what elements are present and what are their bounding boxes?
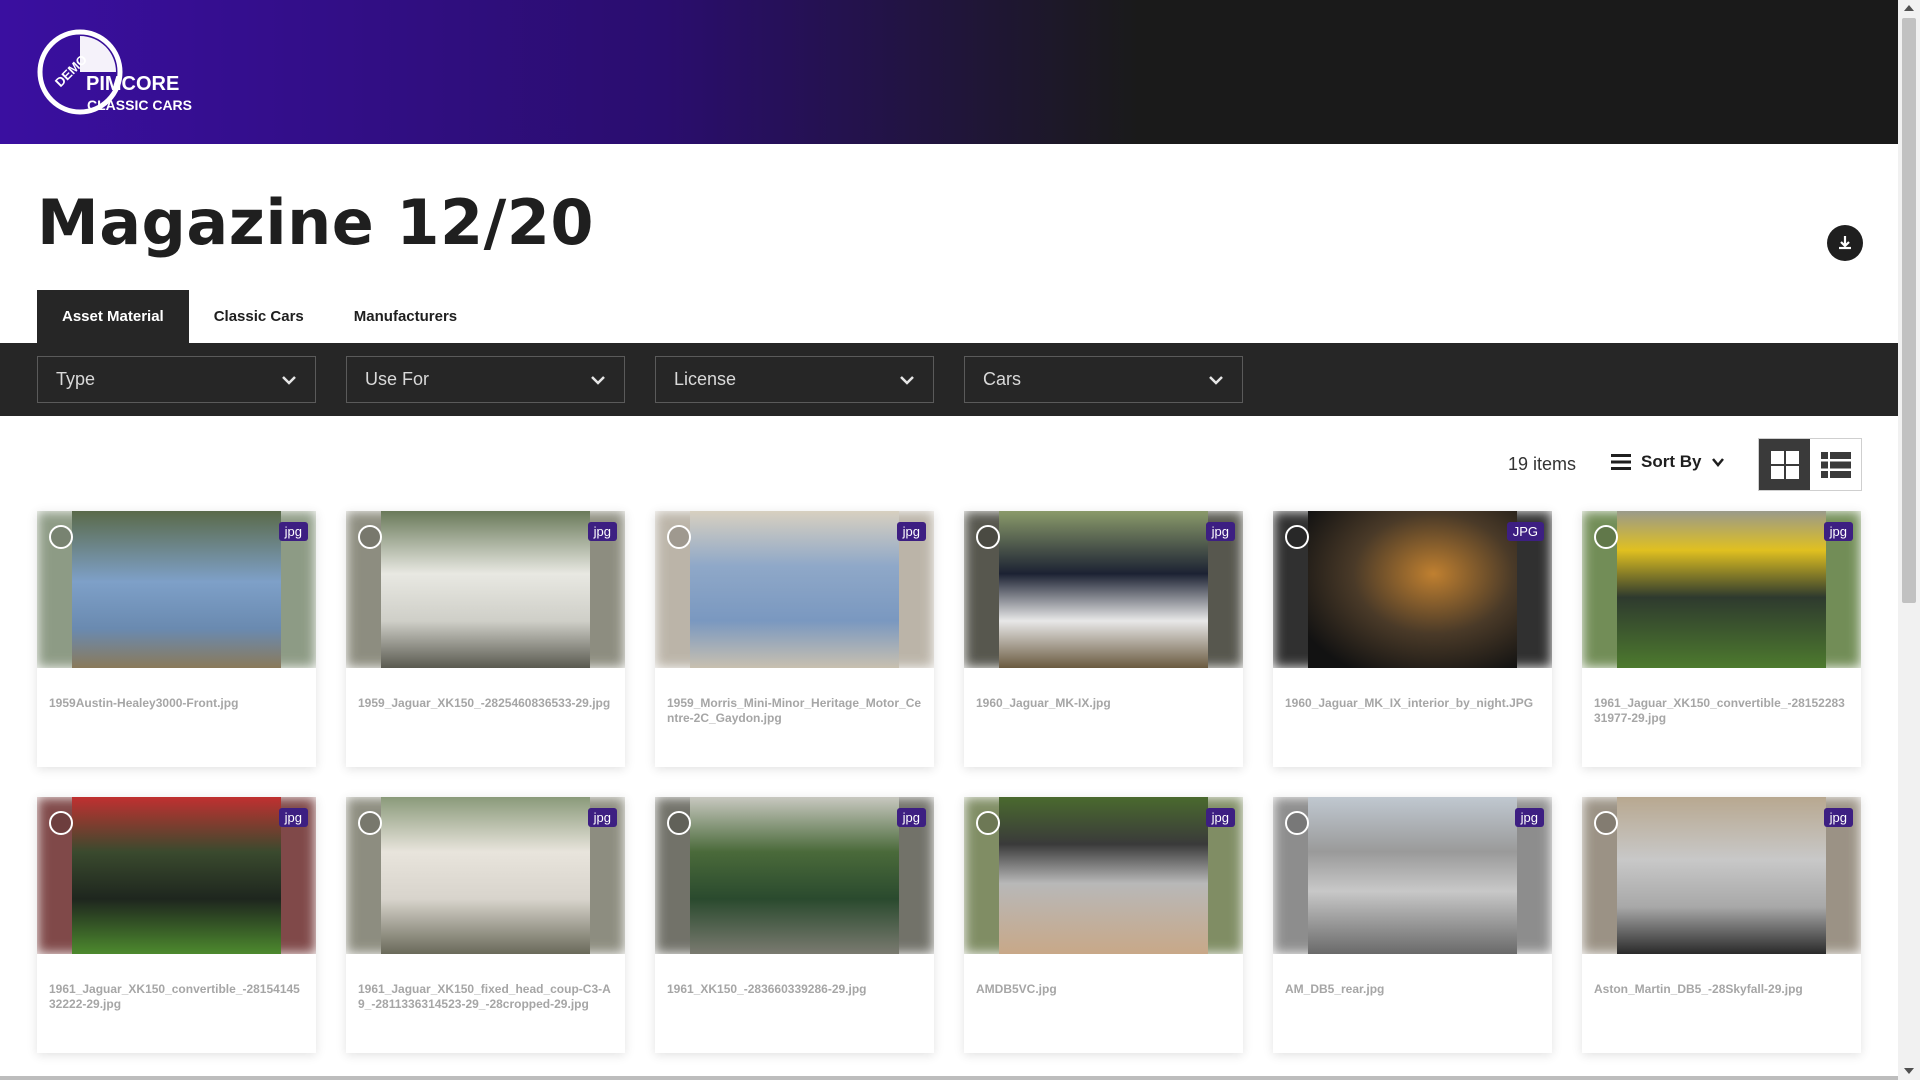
asset-filename: 1961_Jaguar_XK150_fixed_head_coup-C3-A9_… <box>358 982 611 1011</box>
pimcore-logo[interactable]: DEMO PIMCORE CLASSIC CARS <box>36 28 206 118</box>
file-type-badge: jpg <box>278 808 308 827</box>
file-type-badge: jpg <box>1205 522 1235 541</box>
asset-thumbnail <box>964 797 1243 954</box>
asset-thumbnail <box>1582 797 1861 954</box>
vertical-scrollbar[interactable] <box>1898 0 1920 1080</box>
asset-card[interactable]: jpg Aston_Martin_DB5_-28Skyfall-29.jpg <box>1582 797 1861 1053</box>
asset-filename: Aston_Martin_DB5_-28Skyfall-29.jpg <box>1594 982 1803 996</box>
download-icon <box>1839 236 1851 250</box>
asset-card[interactable]: jpg 1960_Jaguar_MK-IX.jpg <box>964 511 1243 767</box>
asset-card[interactable]: jpg 1961_Jaguar_XK150_fixed_head_coup-C3… <box>346 797 625 1053</box>
asset-filename: 1960_Jaguar_MK_IX_interior_by_night.JPG <box>1285 696 1534 710</box>
list-icon <box>1820 451 1851 478</box>
filter-use-for[interactable]: Use For <box>346 356 625 403</box>
filter-license[interactable]: License <box>655 356 934 403</box>
file-type-badge: jpg <box>278 522 308 541</box>
chevron-down-icon <box>282 375 296 385</box>
filter-type[interactable]: Type <box>37 356 316 403</box>
filter-license-label: License <box>674 369 737 389</box>
select-checkbox[interactable] <box>49 811 73 835</box>
asset-card[interactable]: jpg 1959Austin-Healey3000-Front.jpg <box>37 511 316 767</box>
asset-filename: AMDB5VC.jpg <box>976 982 1057 996</box>
asset-card[interactable]: jpg 1959_Jaguar_XK150_-2825460836533-29.… <box>346 511 625 767</box>
asset-filename: 1961_Jaguar_XK150_convertible_-281541453… <box>49 982 300 1011</box>
scroll-up-icon[interactable] <box>1903 3 1915 13</box>
tab-manufacturers[interactable]: Manufacturers <box>329 290 482 343</box>
asset-thumbnail <box>964 511 1243 668</box>
filter-type-label: Type <box>56 369 96 389</box>
download-button[interactable] <box>1827 225 1863 261</box>
select-checkbox[interactable] <box>976 525 1000 549</box>
select-checkbox[interactable] <box>1594 525 1618 549</box>
logo-name-text: PIMCORE <box>86 73 179 95</box>
asset-card[interactable]: jpg 1961_Jaguar_XK150_convertible_-28154… <box>37 797 316 1053</box>
file-type-badge: jpg <box>896 808 926 827</box>
asset-card[interactable]: jpg 1961_XK150_-283660339286-29.jpg <box>655 797 934 1053</box>
asset-card[interactable]: jpg 1961_Jaguar_XK150_convertible_-28152… <box>1582 511 1861 767</box>
asset-thumbnail <box>1582 511 1861 668</box>
file-type-badge: jpg <box>587 808 617 827</box>
select-checkbox[interactable] <box>1594 811 1618 835</box>
asset-thumbnail <box>655 511 934 668</box>
page-bottom-divider <box>0 1076 1898 1080</box>
file-type-badge: jpg <box>1823 522 1853 541</box>
chevron-down-icon <box>1712 458 1725 467</box>
grid-icon <box>1770 450 1799 479</box>
tab-asset-material[interactable]: Asset Material <box>37 290 189 343</box>
list-view-button[interactable] <box>1810 439 1861 490</box>
item-count: 19 items <box>1508 454 1577 474</box>
select-checkbox[interactable] <box>976 811 1000 835</box>
file-type-badge: jpg <box>1205 808 1235 827</box>
site-header: DEMO PIMCORE CLASSIC CARS <box>0 0 1898 144</box>
select-checkbox[interactable] <box>1285 811 1309 835</box>
asset-thumbnail <box>1273 797 1552 954</box>
asset-filename: 1959Austin-Healey3000-Front.jpg <box>49 696 239 710</box>
asset-thumbnail <box>346 511 625 668</box>
file-type-badge: jpg <box>1823 808 1853 827</box>
filter-bar: Type Use For License Cars <box>0 343 1898 416</box>
file-type-badge: jpg <box>896 522 926 541</box>
select-checkbox[interactable] <box>667 811 691 835</box>
asset-thumbnail <box>37 511 316 668</box>
asset-card[interactable]: jpg AM_DB5_rear.jpg <box>1273 797 1552 1053</box>
asset-filename: AM_DB5_rear.jpg <box>1285 982 1385 996</box>
asset-card[interactable]: jpg AMDB5VC.jpg <box>964 797 1243 1053</box>
chevron-down-icon <box>591 375 605 385</box>
menu-lines-icon <box>1611 454 1631 470</box>
asset-card[interactable]: jpg 1959_Morris_Mini-Minor_Heritage_Moto… <box>655 511 934 767</box>
select-checkbox[interactable] <box>1285 525 1309 549</box>
select-checkbox[interactable] <box>49 525 73 549</box>
select-checkbox[interactable] <box>358 525 382 549</box>
view-toggle <box>1758 438 1862 491</box>
filter-use-for-label: Use For <box>365 369 430 389</box>
page-title: Magazine 12/20 <box>37 186 595 259</box>
asset-filename: 1960_Jaguar_MK-IX.jpg <box>976 696 1111 710</box>
filter-cars-label: Cars <box>983 369 1022 389</box>
scroll-down-icon[interactable] <box>1903 1066 1915 1076</box>
asset-filename: 1959_Jaguar_XK150_-2825460836533-29.jpg <box>358 696 611 710</box>
select-checkbox[interactable] <box>667 525 691 549</box>
chevron-down-icon <box>1209 375 1223 385</box>
sort-by-button[interactable]: Sort By <box>1611 452 1725 472</box>
sort-by-label: Sort By <box>1641 452 1702 471</box>
asset-thumbnail <box>37 797 316 954</box>
chevron-down-icon <box>900 375 914 385</box>
asset-filename: 1961_Jaguar_XK150_convertible_-281522833… <box>1594 696 1845 725</box>
logo-sub-text: CLASSIC CARS <box>87 97 192 113</box>
asset-filename: 1961_XK150_-283660339286-29.jpg <box>667 982 867 996</box>
tab-classic-cars[interactable]: Classic Cars <box>189 290 329 343</box>
asset-thumbnail <box>655 797 934 954</box>
scrollbar-thumb[interactable] <box>1902 18 1916 603</box>
file-type-badge: jpg <box>587 522 617 541</box>
filter-cars[interactable]: Cars <box>964 356 1243 403</box>
grid-view-button[interactable] <box>1759 439 1810 490</box>
title-area: Magazine 12/20 <box>0 150 1898 290</box>
select-checkbox[interactable] <box>358 811 382 835</box>
asset-filename: 1959_Morris_Mini-Minor_Heritage_Motor_Ce… <box>667 696 922 725</box>
file-type-badge: jpg <box>1514 808 1544 827</box>
asset-card[interactable]: JPG 1960_Jaguar_MK_IX_interior_by_night.… <box>1273 511 1552 767</box>
asset-thumbnail <box>346 797 625 954</box>
tab-bar: Asset Material Classic Cars Manufacturer… <box>37 290 482 343</box>
file-type-badge: JPG <box>1506 522 1544 541</box>
